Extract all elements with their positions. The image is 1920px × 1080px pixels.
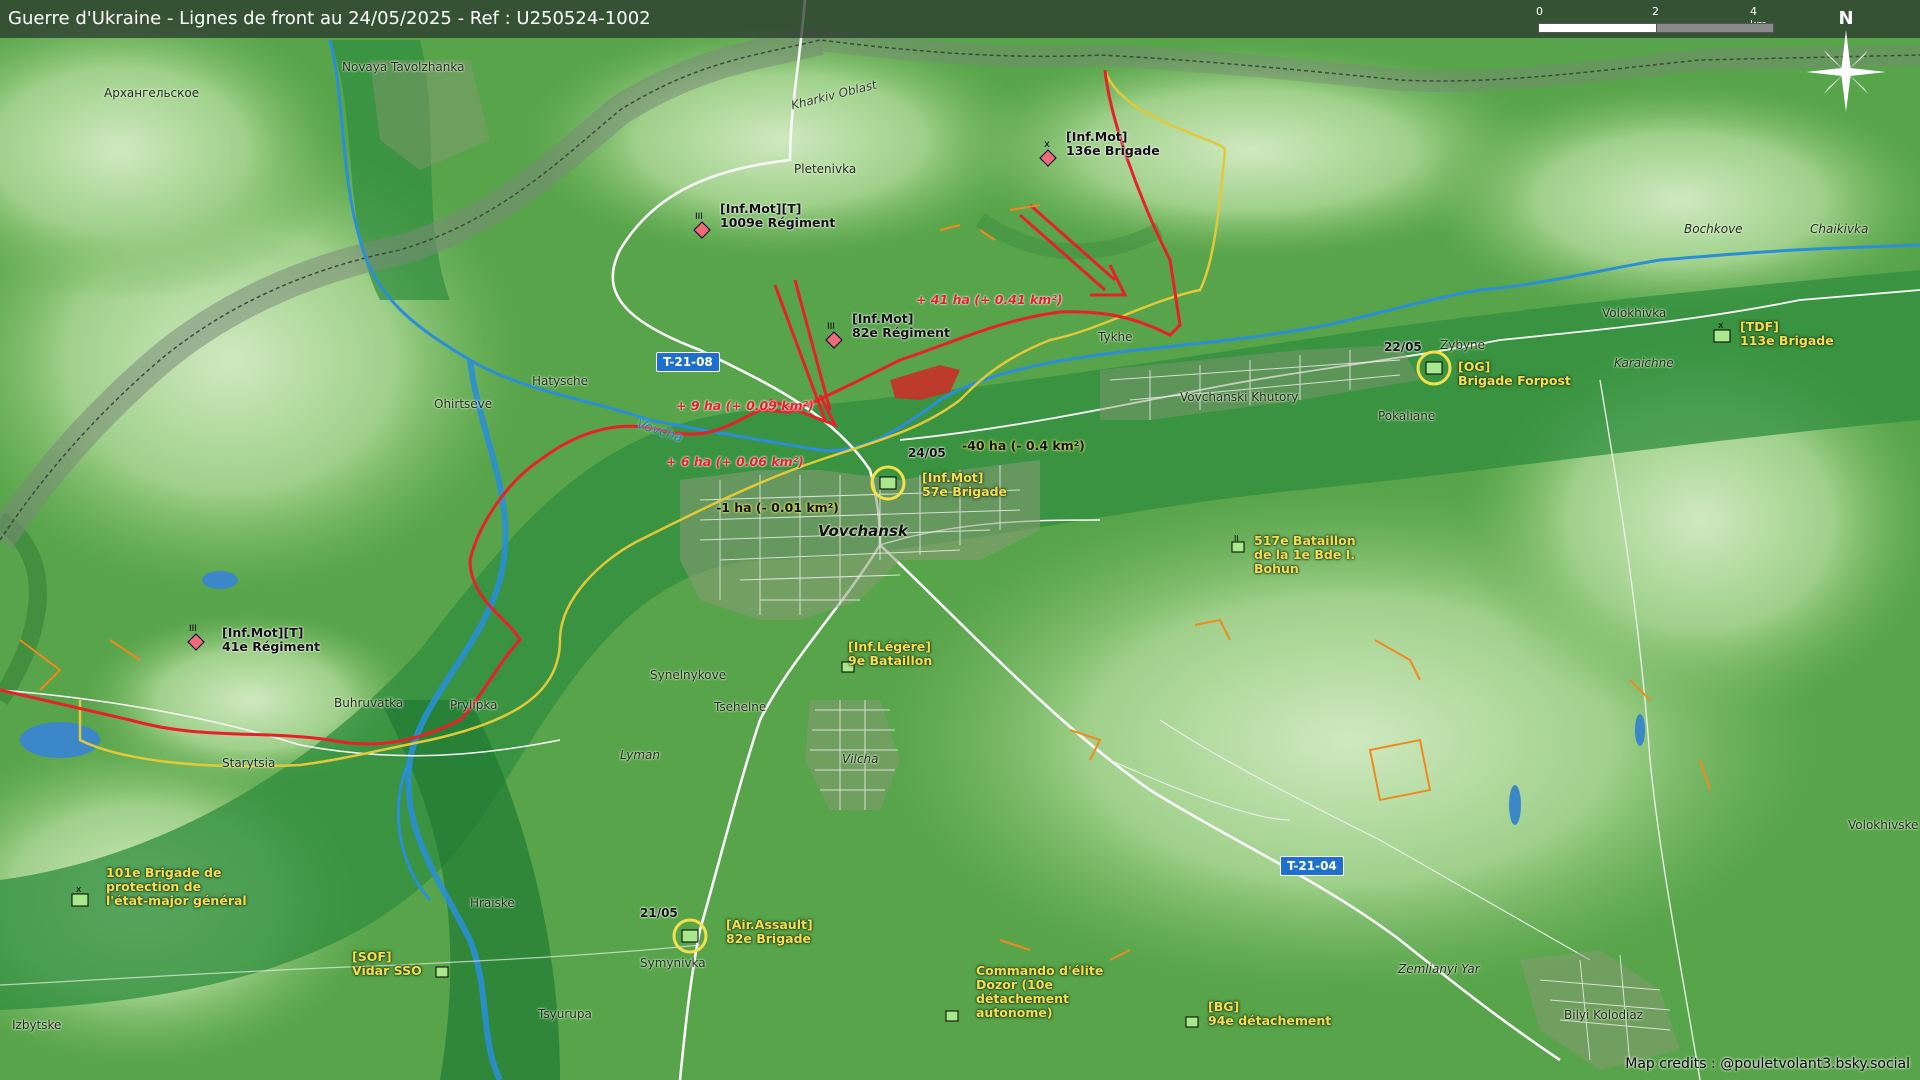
ukrainian-unit-sso-marker-icon[interactable] xyxy=(434,964,450,980)
date-label-22-05: 22/05 xyxy=(1384,340,1422,354)
road-badge-t-21-08: T-21-08 xyxy=(656,352,720,372)
terrain-layer xyxy=(0,0,1920,1080)
place-pletenivka: Pletenivka xyxy=(794,162,857,176)
date-label-24-05: 24/05 xyxy=(908,446,946,460)
place-ohirtseve: Ohirtseve xyxy=(434,397,493,411)
ukrainian-unit-forpost-marker-icon[interactable] xyxy=(1416,350,1452,386)
scale-segment-white xyxy=(1538,23,1658,33)
place-lyman: Lyman xyxy=(620,748,661,762)
ukrainian-unit-101-marker-icon[interactable]: x xyxy=(70,884,90,910)
ukrainian-unit-94-label: [BG] 94e détachement xyxy=(1208,999,1332,1028)
place-tsyurupa: Tsyurupa xyxy=(538,1007,592,1021)
ukrainian-unit-517-label: 517e Bataillon de la 1e Bde I. Bohun xyxy=(1254,533,1356,576)
place-novaya-tavolzhanka: Novaya Tavolzhanka xyxy=(342,60,465,74)
map-title: Guerre d'Ukraine - Lignes de front au 24… xyxy=(8,8,651,29)
gain-label-9ha: + 9 ha (+ 0.09 km²) xyxy=(676,398,814,413)
place-vilcha: Vilcha xyxy=(842,752,879,766)
place-tsehelne: Tsehelne xyxy=(714,700,767,714)
place-buhruvatka: Buhruvatka xyxy=(334,696,404,710)
ukrainian-unit-82aa-label: [Air.Assault] 82e Brigade xyxy=(726,917,813,946)
place-hraiske: Hraiske xyxy=(470,896,515,910)
place-synelnykove: Synelnykove xyxy=(650,668,727,682)
place-izbytske: Izbytske xyxy=(12,1018,62,1032)
russian-unit-82-marker-icon[interactable]: III xyxy=(822,320,846,352)
gain-label-6ha: + 6 ha (+ 0.06 km²) xyxy=(666,454,804,469)
loss-label-1ha: -1 ha (- 0.01 km²) xyxy=(716,500,839,515)
ukrainian-unit-sso-label: [SOF] Vidar SSO xyxy=(352,949,422,978)
ukrainian-unit-9-label: [Inf.Légère] 9e Bataillon xyxy=(848,639,933,668)
place-zemlianyi-yar: Zemlianyi Yar xyxy=(1398,962,1480,976)
russian-unit-136-marker-icon[interactable]: x xyxy=(1036,138,1060,170)
ukrainian-unit-dozor-label: Commando d'élite Dozor (10e détachement aut… xyxy=(976,963,1104,1020)
loss-label-40ha: -40 ha (- 0.4 km²) xyxy=(962,438,1085,453)
place-tykhe: Tykhe xyxy=(1098,330,1133,344)
place-volokhivske: Volokhivske xyxy=(1848,818,1919,832)
place-pokaliane: Pokaliane xyxy=(1378,409,1436,423)
ukrainian-unit-57-marker-icon[interactable] xyxy=(870,465,906,501)
ukrainian-unit-dozor-marker-icon[interactable] xyxy=(944,1008,960,1024)
svg-text:x: x xyxy=(1044,139,1050,150)
russian-unit-1009-marker-icon[interactable]: III xyxy=(690,210,714,242)
date-label-21-05: 21/05 xyxy=(640,906,678,920)
place-vovchanski-khutory: Vovchanski Khutory xyxy=(1180,390,1299,404)
russian-unit-1009-label: [Inf.Mot][T] 1009e Régiment xyxy=(720,201,836,230)
map-view[interactable]: Guerre d'Ukraine - Lignes de front au 24… xyxy=(0,0,1920,1080)
place-bochkove: Bochkove xyxy=(1684,222,1743,236)
russian-unit-82-label: [Inf.Mot] 82e Régiment xyxy=(852,311,950,340)
place-symynivka: Symynivka xyxy=(640,956,706,970)
russian-unit-41-marker-icon[interactable]: III xyxy=(184,622,208,654)
map-credits: Map credits : @pouletvolant3.bsky.social xyxy=(1625,1056,1910,1072)
place-vovchansk: Vovchansk xyxy=(818,522,908,540)
place-chaikivka: Chaikivka xyxy=(1810,222,1869,236)
road-badge-t-21-04: T-21-04 xyxy=(1280,856,1344,876)
scale-tick-2: 2 xyxy=(1652,5,1659,18)
scale-tick-0: 0 xyxy=(1536,5,1543,18)
scale-segment-gray xyxy=(1656,23,1774,33)
place-karaichne: Karaichne xyxy=(1614,356,1674,370)
russian-unit-41-label: [Inf.Mot][T] 41e Régiment xyxy=(222,625,320,654)
ukrainian-unit-113-marker-icon[interactable]: x xyxy=(1712,320,1732,344)
place-arkhangelskoe: Архангельское xyxy=(104,86,200,100)
svg-text:III: III xyxy=(695,212,703,222)
gain-label-41ha: + 41 ha (+ 0.41 km²) xyxy=(916,292,1063,307)
place-hatysche: Hatysche xyxy=(532,374,589,388)
place-starytsia: Starytsia xyxy=(222,756,276,770)
scale-bar: 0 2 4 km xyxy=(1536,5,1776,35)
russian-unit-136-label: [Inf.Mot] 136e Brigade xyxy=(1066,129,1160,158)
svg-text:III: III xyxy=(827,322,835,332)
place-bilyi-kolodiaz: Bilyi Kolodiaz xyxy=(1564,1008,1644,1022)
ukrainian-unit-101-label: 101e Brigade de protection de l'état-major… xyxy=(106,865,247,908)
ukrainian-unit-forpost-label: [OG] Brigade Forpost xyxy=(1458,359,1571,388)
ukrainian-unit-113-label: [TDF] 113e Brigade xyxy=(1740,319,1834,348)
ukrainian-unit-57-label: [Inf.Mot] 57e Brigade xyxy=(922,470,1008,499)
ukrainian-unit-94-marker-icon[interactable] xyxy=(1184,1014,1200,1030)
svg-text:III: III xyxy=(189,624,197,634)
ukrainian-unit-517-marker-icon[interactable]: II xyxy=(1230,534,1246,554)
ukrainian-unit-82aa-marker-icon[interactable] xyxy=(672,918,708,954)
place-volokhivka: Volokhivka xyxy=(1602,306,1667,320)
place-prylipka: Prylipka xyxy=(450,698,498,712)
compass-rose-icon: N xyxy=(1806,6,1886,116)
